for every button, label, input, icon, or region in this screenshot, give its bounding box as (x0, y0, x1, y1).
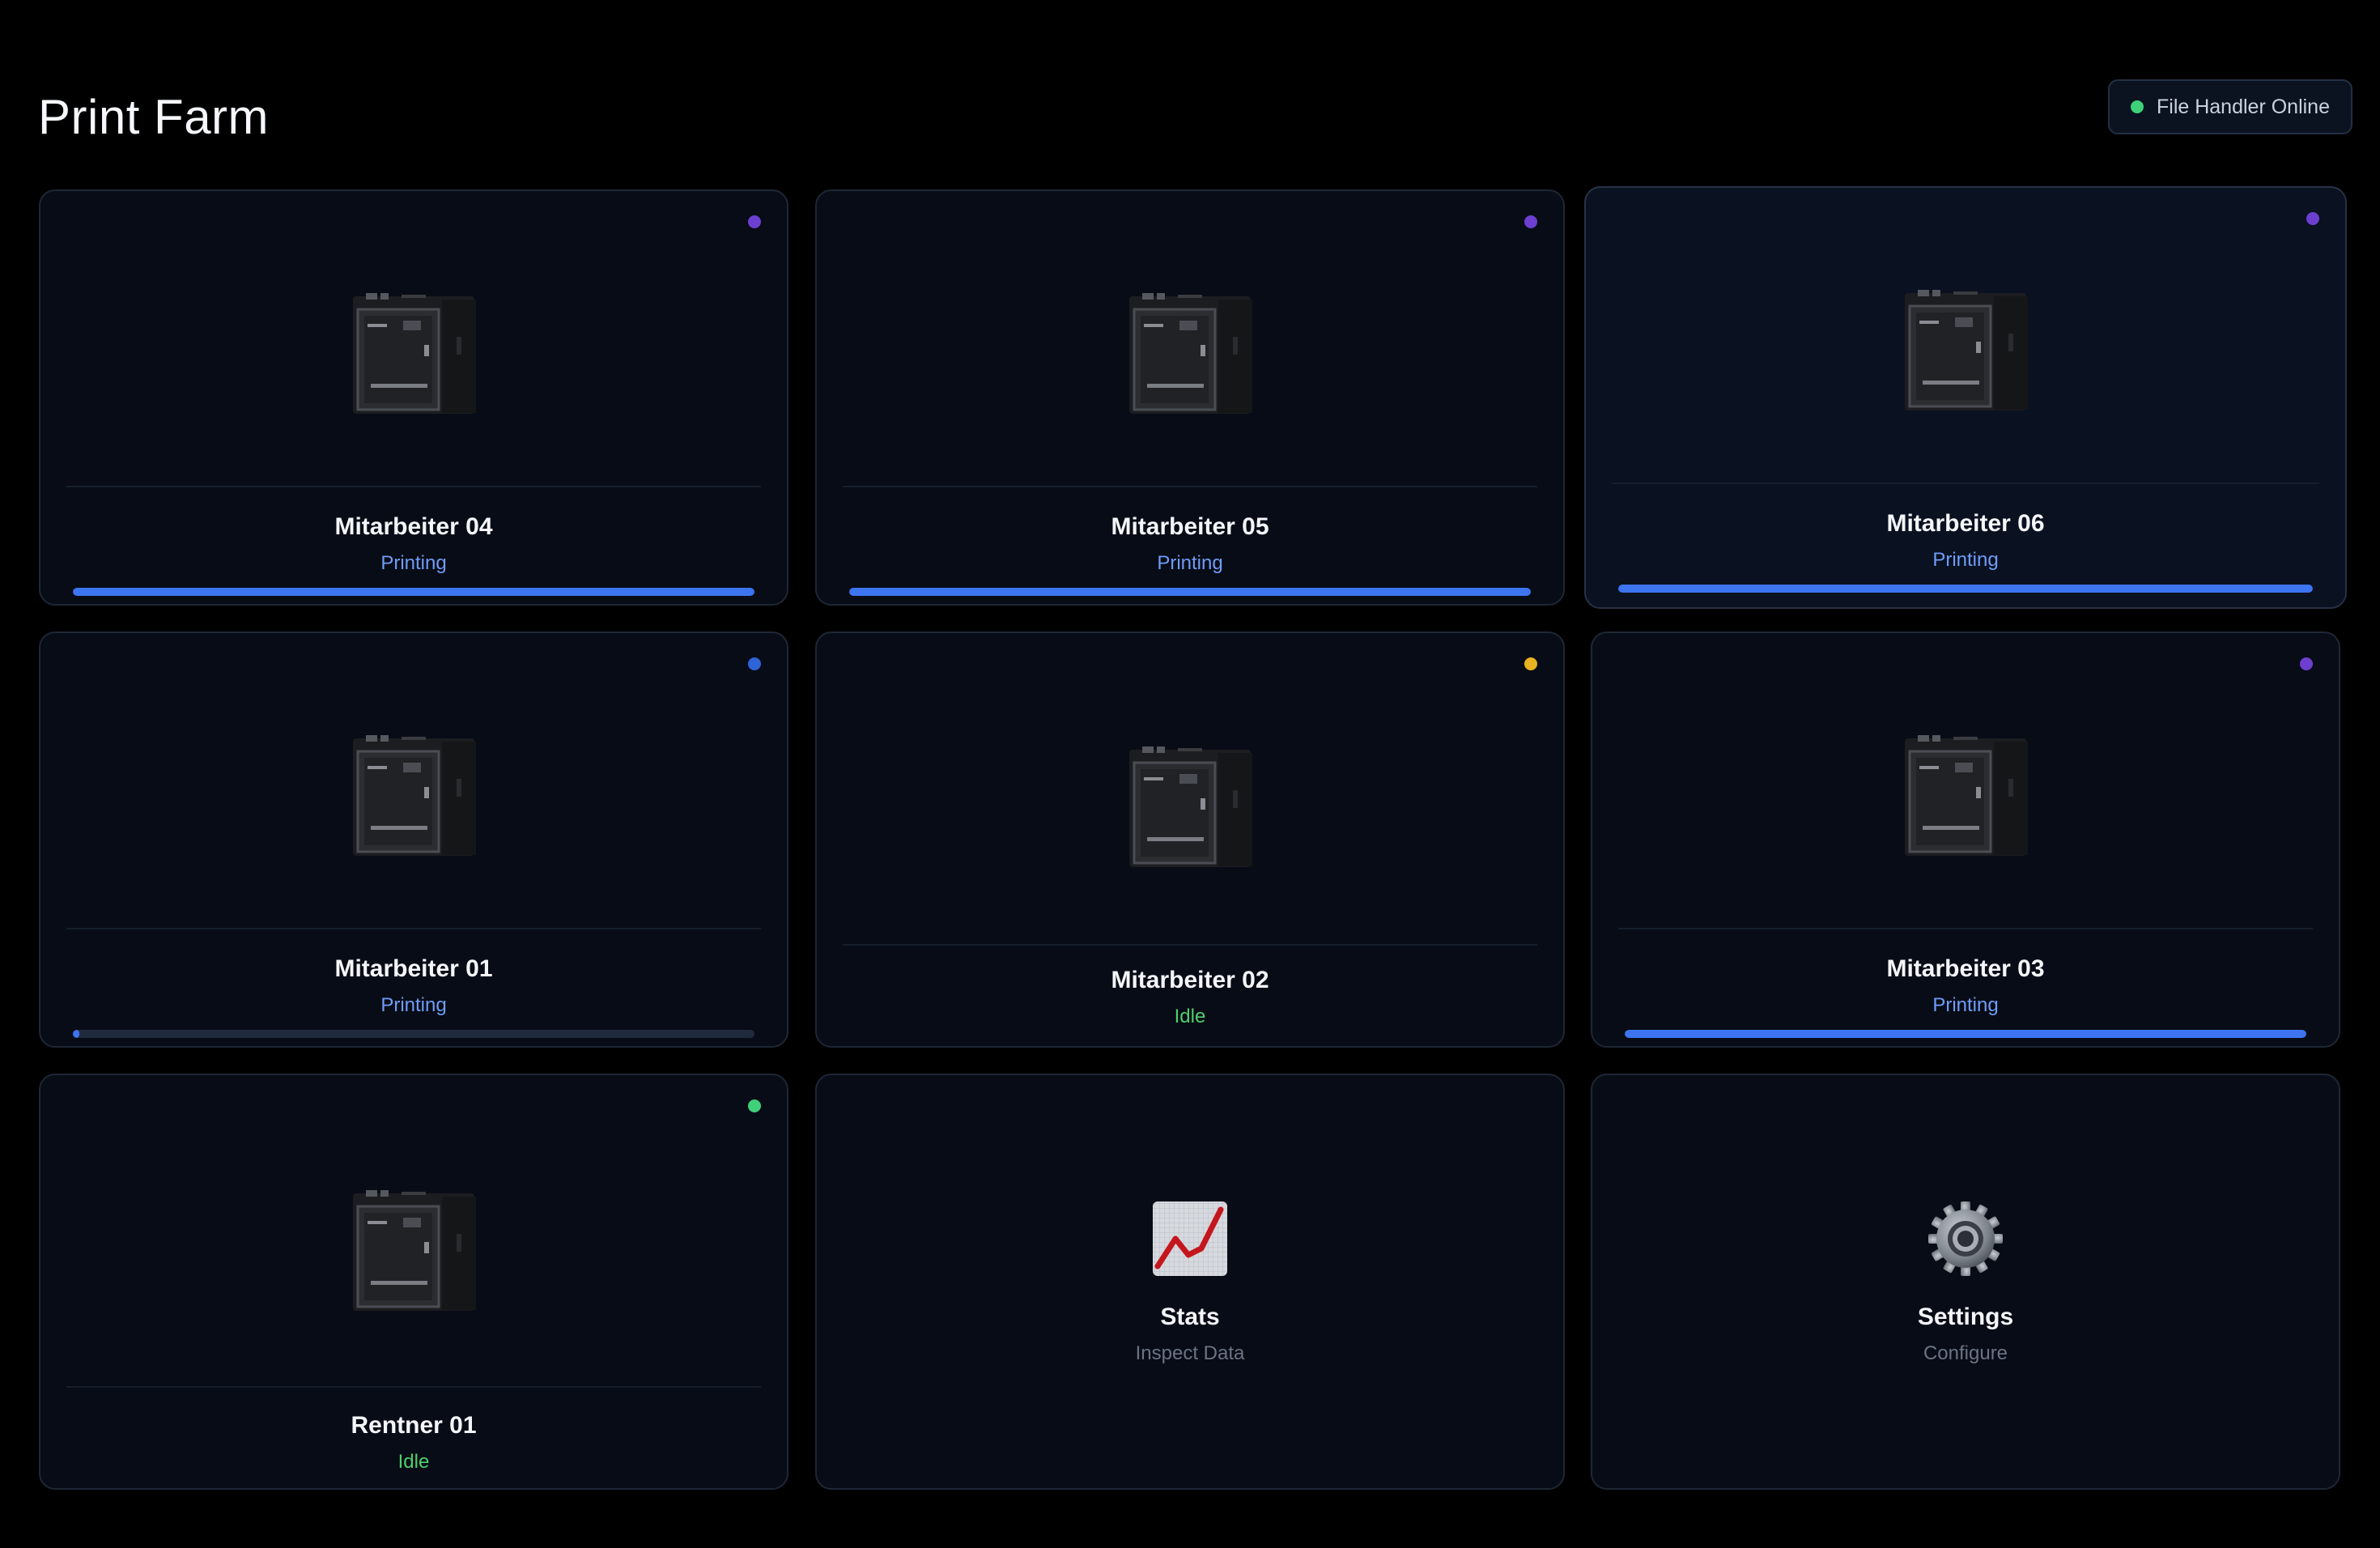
printer-status: Printing (1932, 549, 1999, 571)
gear-icon (1928, 1201, 2003, 1276)
printer-status: Idle (1174, 1006, 1206, 1027)
card-divider (66, 486, 761, 487)
stats-title: Stats (1160, 1303, 1220, 1330)
card-divider (66, 928, 761, 929)
status-led-icon (748, 657, 761, 670)
printer-icon (353, 735, 476, 856)
print-progress-fill (73, 588, 754, 596)
settings-title: Settings (1917, 1303, 2014, 1330)
printer-card[interactable]: Rentner 01 Idle (39, 1074, 788, 1490)
card-divider (843, 486, 1537, 487)
stats-subtitle: Inspect Data (1135, 1342, 1245, 1364)
printer-name: Mitarbeiter 02 (1111, 967, 1269, 993)
printer-icon (1129, 293, 1252, 414)
print-progress-bar (1618, 585, 2313, 593)
status-led-icon (748, 215, 761, 228)
printer-status: Printing (1932, 994, 1999, 1016)
settings-subtitle: Configure (1923, 1342, 2008, 1364)
status-led-icon (2306, 212, 2319, 225)
settings-tile[interactable]: Settings Configure (1591, 1074, 2340, 1490)
card-divider (66, 1386, 761, 1388)
chart-increasing-icon (1153, 1201, 1227, 1276)
print-progress-bar (849, 588, 1531, 596)
file-handler-status-label: File Handler Online (2157, 95, 2330, 118)
printer-status: Idle (397, 1451, 430, 1473)
printer-status: Printing (380, 994, 447, 1016)
page-title: Print Farm (38, 90, 270, 144)
printer-icon (1129, 746, 1252, 867)
print-progress-fill (1625, 1030, 2306, 1038)
card-divider (843, 944, 1537, 946)
printer-status: Printing (1157, 552, 1223, 574)
card-divider (1612, 483, 2319, 484)
print-progress-fill (1618, 585, 2313, 593)
printer-name: Mitarbeiter 05 (1111, 513, 1269, 540)
printer-card[interactable]: Mitarbeiter 04 Printing (39, 189, 788, 606)
printer-icon (353, 1190, 476, 1311)
printer-card[interactable]: Mitarbeiter 01 Printing (39, 632, 788, 1048)
printer-name: Mitarbeiter 03 (1886, 955, 2045, 982)
print-progress-bar (73, 588, 754, 596)
printer-icon (353, 293, 476, 414)
print-progress-fill (849, 588, 1531, 596)
printer-icon (1905, 290, 2028, 410)
printer-status: Printing (380, 552, 447, 574)
status-led-icon (2300, 657, 2313, 670)
printer-name: Mitarbeiter 04 (334, 513, 493, 540)
status-dot-icon (2131, 100, 2144, 113)
printer-card[interactable]: Mitarbeiter 05 Printing (815, 189, 1565, 606)
status-led-icon (748, 1099, 761, 1112)
status-led-icon (1524, 215, 1537, 228)
status-led-icon (1524, 657, 1537, 670)
card-divider (1618, 928, 2313, 929)
print-progress-bar (1625, 1030, 2306, 1038)
printer-card[interactable]: Mitarbeiter 03 Printing (1591, 632, 2340, 1048)
printer-name: Rentner 01 (351, 1412, 477, 1439)
stats-tile[interactable]: Stats Inspect Data (815, 1074, 1565, 1490)
printer-name: Mitarbeiter 06 (1886, 510, 2045, 537)
file-handler-status: File Handler Online (2108, 79, 2352, 134)
printer-card[interactable]: Mitarbeiter 06 Printing (1584, 186, 2347, 609)
print-progress-fill (73, 1030, 80, 1038)
printer-card[interactable]: Mitarbeiter 02 Idle (815, 632, 1565, 1048)
printer-icon (1905, 735, 2028, 856)
printer-name: Mitarbeiter 01 (334, 955, 493, 982)
print-progress-bar (73, 1030, 754, 1038)
